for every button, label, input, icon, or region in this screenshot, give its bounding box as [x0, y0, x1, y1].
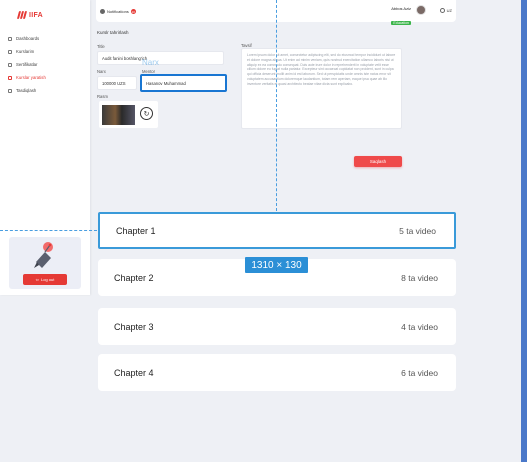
price-input[interactable]: 100000 UZS: [97, 76, 137, 90]
sidebar-item-tasdiqlash[interactable]: Tasdiqlash: [8, 84, 86, 97]
form-title: Kurslr tahrirlash: [97, 30, 129, 35]
title-input[interactable]: Audit fanini boshlang'ich: [97, 51, 224, 65]
chapter-title: Chapter 3: [114, 321, 154, 332]
sidebar-item-label: Kurslarim: [16, 49, 35, 54]
price-label: Narx: [97, 69, 106, 74]
drag-ghost-label: Narx: [142, 58, 159, 67]
book-icon: [8, 49, 12, 54]
sidebar-item-label: Kurslar yaratish: [16, 75, 46, 80]
grid-icon: [8, 36, 12, 41]
dimension-tag: 1310 × 130: [245, 257, 308, 273]
course-thumbnail: [101, 104, 136, 126]
logout-icon: ⇦: [35, 277, 39, 282]
chapter-video-count: 4 ta video: [401, 321, 438, 332]
user-info: Abbos Aziz Education: [391, 6, 411, 29]
user-name: Abbos Aziz: [391, 6, 411, 11]
check-icon: [8, 88, 12, 93]
refresh-icon[interactable]: ↻: [140, 107, 153, 120]
chapter-row[interactable]: Chapter 4 6 ta video: [98, 354, 456, 391]
sidebar-item-label: Dashboards: [16, 36, 40, 41]
logo-mark-icon: [16, 11, 28, 19]
chapter-title: Chapter 1: [116, 225, 156, 236]
sidebar-item-kurslarim[interactable]: Kurslarim: [8, 45, 86, 58]
logo: IIFA: [16, 11, 44, 19]
save-button[interactable]: Saqlash: [354, 156, 402, 167]
mentor-select[interactable]: Hasanov Muhammad: [140, 74, 227, 92]
user-role-badge: Education: [391, 21, 411, 25]
title-label: Title: [97, 44, 105, 49]
sidebar-item-dashboards[interactable]: Dashboards: [8, 32, 86, 45]
bell-icon: [100, 9, 105, 14]
sidebar-item-kurslar-yaratish[interactable]: Kurslar yaratish: [8, 71, 86, 84]
window-edge: [521, 0, 527, 462]
sidebar-item-label: Tasdiqlash: [16, 88, 37, 93]
description-textarea[interactable]: Lorem ipsum dolor sit amet, consectetur …: [241, 48, 402, 129]
sidebar-nav: Dashboards Kurslarim Sertifikatlar Kursl…: [8, 32, 86, 97]
vertical-guide-line: [276, 0, 277, 211]
chapter-title: Chapter 2: [114, 272, 154, 283]
logout-button[interactable]: ⇦ Log out: [23, 274, 67, 285]
logout-label: Log out: [41, 277, 55, 282]
sidebar-item-label: Sertifikatlar: [16, 62, 38, 67]
certificate-icon: [8, 62, 12, 67]
logout-card: ⇦ Log out: [9, 237, 81, 289]
notifications-button[interactable]: Notifications 10: [100, 9, 136, 14]
image-label: Rasm: [97, 94, 108, 99]
chapter-video-count: 8 ta video: [401, 272, 438, 283]
satellite-illustration-icon: [34, 242, 53, 268]
notifications-label: Notifications: [107, 9, 129, 14]
notifications-badge: 10: [130, 9, 136, 14]
chapter-row[interactable]: Chapter 3 4 ta video: [98, 308, 456, 345]
language-label: UZ: [446, 8, 452, 13]
globe-icon: [439, 8, 445, 13]
chapter-video-count: 5 ta video: [399, 225, 436, 236]
avatar[interactable]: [416, 5, 426, 15]
horizontal-guide-line: [0, 230, 97, 231]
logo-text: IIFA: [29, 11, 44, 19]
plus-icon: [8, 75, 12, 80]
chapter-row[interactable]: Chapter 1 5 ta video: [98, 212, 456, 249]
chapter-title: Chapter 4: [114, 367, 154, 378]
sidebar-item-sertifikatlar[interactable]: Sertifikatlar: [8, 58, 86, 71]
sidebar: IIFA Dashboards Kurslarim Sertifikatlar …: [0, 0, 90, 295]
language-switcher[interactable]: UZ: [439, 8, 452, 13]
chapter-video-count: 6 ta video: [401, 367, 438, 378]
